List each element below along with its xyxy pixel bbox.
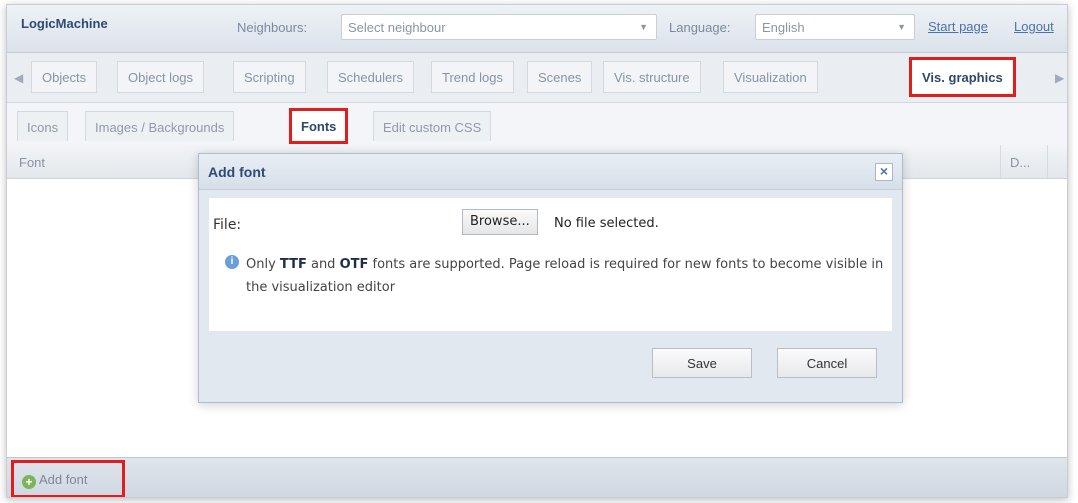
scroll-right-icon[interactable]: ▶ (1055, 71, 1064, 85)
subtab-edit-custom-css[interactable]: Edit custom CSS (373, 111, 492, 141)
top-bar: LogicMachine Neighbours: Select neighbou… (7, 5, 1067, 53)
info-text-part: Only (246, 257, 280, 272)
close-icon[interactable]: × (875, 163, 893, 181)
add-font-dialog: Add font × File: Browse... No file selec… (198, 153, 903, 403)
app-window: LogicMachine Neighbours: Select neighbou… (6, 4, 1068, 498)
brand-title: LogicMachine (21, 16, 108, 31)
dialog-title: Add font (208, 164, 266, 180)
tab-visualization[interactable]: Visualization (723, 61, 818, 93)
bottom-toolbar: + Add font (7, 457, 1067, 497)
subtab-fonts[interactable]: Fonts (289, 108, 349, 144)
neighbours-select[interactable]: Select neighbour ▼ (341, 14, 657, 40)
file-label: File: (213, 217, 242, 233)
column-divider (1000, 145, 1001, 179)
add-font-label: Add font (39, 472, 88, 487)
ttf-label: TTF (279, 257, 307, 272)
info-text-part: and (306, 257, 340, 272)
language-value: English (762, 20, 805, 35)
chevron-down-icon: ▼ (897, 22, 906, 32)
neighbours-label: Neighbours: (237, 20, 308, 35)
plus-icon: + (22, 475, 36, 489)
info-icon: i (225, 255, 239, 269)
start-page-link[interactable]: Start page (928, 19, 988, 34)
dialog-body: File: Browse... No file selected. i Only… (209, 198, 892, 331)
tab-scenes[interactable]: Scenes (527, 61, 593, 93)
tab-scripting[interactable]: Scripting (233, 61, 306, 93)
subtab-images-backgrounds[interactable]: Images / Backgrounds (85, 111, 235, 141)
chevron-down-icon: ▼ (639, 22, 648, 32)
sub-tabs: Icons Images / Backgrounds Fonts Edit cu… (7, 103, 1067, 145)
tab-objects[interactable]: Objects (31, 61, 98, 93)
tab-vis-structure[interactable]: Vis. structure (603, 61, 701, 93)
tab-schedulers[interactable]: Schedulers (327, 61, 415, 93)
column-header-d[interactable]: D... (1010, 155, 1030, 170)
main-tabs: ◀ Objects Object logs Scripting Schedule… (7, 53, 1067, 103)
neighbours-value: Select neighbour (348, 20, 446, 35)
tab-object-logs[interactable]: Object logs (117, 61, 205, 93)
file-status: No file selected. (554, 216, 659, 231)
info-message: Only TTF and OTF fonts are supported. Pa… (246, 253, 886, 299)
logout-link[interactable]: Logout (1014, 19, 1054, 34)
add-font-button[interactable]: + Add font (11, 460, 125, 497)
scroll-left-icon[interactable]: ◀ (14, 71, 23, 85)
column-header-font[interactable]: Font (19, 155, 45, 170)
tab-vis-graphics[interactable]: Vis. graphics (909, 57, 1016, 97)
otf-label: OTF (339, 257, 369, 272)
save-button[interactable]: Save (652, 348, 752, 378)
language-label: Language: (669, 20, 731, 35)
column-divider (1047, 145, 1048, 179)
language-select[interactable]: English ▼ (755, 14, 915, 40)
subtab-icons[interactable]: Icons (17, 111, 69, 141)
dialog-header: Add font × (199, 154, 902, 190)
tab-trend-logs[interactable]: Trend logs (431, 61, 514, 93)
browse-button[interactable]: Browse... (462, 209, 538, 235)
cancel-button[interactable]: Cancel (777, 348, 877, 378)
